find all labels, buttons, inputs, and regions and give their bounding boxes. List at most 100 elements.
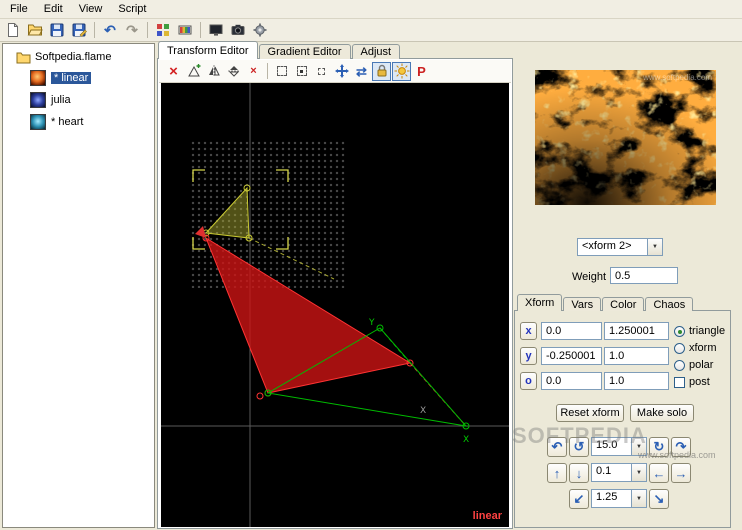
svg-text:X: X: [420, 406, 426, 416]
options-button[interactable]: [250, 20, 270, 40]
undo-button[interactable]: ↶: [100, 20, 120, 40]
add-triangle-icon: [187, 64, 200, 77]
coef-x2-input[interactable]: [604, 322, 669, 340]
post-checkbox-label: post: [689, 376, 710, 388]
tree-item-label: julia: [51, 94, 71, 106]
fullscreen-preview-button[interactable]: [228, 20, 248, 40]
snap-rotate-left-button[interactable]: ↺: [569, 437, 589, 457]
rotate-right-icon: ↷: [675, 439, 687, 454]
xform-radio[interactable]: [674, 342, 685, 354]
xform-selector[interactable]: <xform 2> ▼: [577, 238, 663, 256]
chevron-down-icon[interactable]: ▼: [647, 239, 662, 255]
chevron-down-icon[interactable]: ▼: [631, 464, 646, 481]
coef-o2-input[interactable]: [604, 372, 669, 390]
zoom-out-box-button[interactable]: [312, 62, 331, 81]
zoom-fit-button[interactable]: [292, 62, 311, 81]
move-step-combo[interactable]: 0.1 ▼: [591, 463, 647, 482]
remove-transform-button[interactable]: ×: [244, 62, 263, 81]
new-flame-button[interactable]: [3, 20, 23, 40]
tab-chaos[interactable]: Chaos: [645, 297, 694, 311]
move-right-button[interactable]: →: [671, 463, 691, 483]
coef-o1-input[interactable]: [541, 372, 602, 390]
tab-adjust[interactable]: Adjust: [351, 44, 401, 59]
make-solo-button[interactable]: Make solo: [630, 404, 694, 422]
save-flame-button[interactable]: [47, 20, 67, 40]
export-flame-button[interactable]: [69, 20, 89, 40]
tab-color[interactable]: Color: [602, 297, 645, 311]
move-down-button[interactable]: ↓: [569, 463, 589, 483]
zoom-selection-button[interactable]: [272, 62, 291, 81]
tab-xform[interactable]: Xform: [517, 294, 563, 311]
transform-canvas[interactable]: X X Y linear: [161, 83, 509, 527]
menu-edit[interactable]: Edit: [36, 1, 71, 17]
lock-icon: [377, 64, 386, 77]
polar-radio[interactable]: [674, 359, 685, 371]
rotate-left-button[interactable]: ↶: [547, 437, 567, 457]
tree-item-linear[interactable]: * linear: [30, 68, 154, 88]
post-checkbox[interactable]: [674, 376, 685, 388]
move-left-button[interactable]: ←: [649, 463, 669, 483]
coef-x-button[interactable]: x: [520, 322, 537, 340]
chevron-down-icon[interactable]: ▼: [631, 490, 646, 507]
redo-icon: ↷: [126, 22, 138, 38]
mutation-icon: [157, 24, 169, 36]
remove-icon: ×: [250, 64, 257, 77]
rotate-step-combo[interactable]: 15.0 ▼: [591, 437, 647, 456]
editor-tab-strip: Transform Editor Gradient Editor Adjust: [158, 41, 401, 59]
redo-button[interactable]: ↷: [122, 20, 142, 40]
coef-o-button[interactable]: o: [520, 372, 537, 390]
add-transform-button[interactable]: [184, 62, 203, 81]
scale-step-combo[interactable]: 1.25 ▼: [591, 489, 647, 508]
snap-rotate-right-button[interactable]: ↻: [649, 437, 669, 457]
chevron-down-icon[interactable]: ▼: [631, 438, 646, 455]
monitor-icon: [209, 24, 223, 36]
scale-up-button[interactable]: ↘: [649, 489, 669, 509]
gradient-button[interactable]: [175, 20, 195, 40]
tree-root-label: Softpedia.flame: [35, 51, 112, 63]
coef-x1-input[interactable]: [541, 322, 602, 340]
coef-y-button[interactable]: y: [520, 347, 537, 365]
flip-vertical-button[interactable]: [224, 62, 243, 81]
svg-text:X: X: [463, 435, 469, 445]
scale-step-value: 1.25: [596, 491, 618, 503]
render-button[interactable]: [206, 20, 226, 40]
xform-triangle-1[interactable]: [204, 186, 250, 239]
transform-editor-panel: × × ⇄ P X X Y linear: [157, 58, 513, 529]
tab-vars[interactable]: Vars: [563, 297, 602, 311]
tab-transform-editor[interactable]: Transform Editor: [158, 41, 258, 59]
rotate-right-button[interactable]: ↷: [671, 437, 691, 457]
rotate-handle-arrow[interactable]: [195, 226, 206, 238]
swap-transforms-button[interactable]: ⇄: [352, 62, 371, 81]
tab-gradient-editor[interactable]: Gradient Editor: [258, 44, 351, 59]
scale-down-button[interactable]: ↙: [569, 489, 589, 509]
move-up-button[interactable]: ↑: [547, 463, 567, 483]
variation-preview-button[interactable]: [392, 61, 411, 81]
menu-view[interactable]: View: [71, 1, 111, 17]
weight-input[interactable]: [610, 267, 678, 284]
toolbar-separator: [200, 22, 201, 38]
coef-y1-input[interactable]: [541, 347, 602, 365]
post-transform-icon: P: [417, 63, 426, 79]
tree-item-heart[interactable]: * heart: [30, 112, 154, 132]
reset-xform-button[interactable]: Reset xform: [556, 404, 624, 422]
pan-view-button[interactable]: [332, 62, 351, 81]
delete-transform-button[interactable]: ×: [164, 62, 183, 81]
flame-list-panel: Softpedia.flame * linear julia * heart: [2, 43, 155, 528]
triangle-radio-label: triangle: [689, 325, 726, 337]
menu-file[interactable]: File: [2, 1, 36, 17]
menu-script[interactable]: Script: [110, 1, 154, 17]
new-page-icon: [8, 23, 18, 37]
lock-axes-button[interactable]: [372, 61, 391, 81]
post-transform-button[interactable]: P: [412, 62, 431, 81]
scale-up-icon: ↘: [653, 491, 665, 506]
tree-root[interactable]: Softpedia.flame: [3, 48, 154, 66]
svg-text:Y: Y: [368, 318, 375, 328]
triangle-radio[interactable]: [674, 325, 685, 337]
toolbar-separator: [267, 63, 268, 79]
open-flame-button[interactable]: [25, 20, 45, 40]
coef-y2-input[interactable]: [604, 347, 669, 365]
mutation-button[interactable]: [153, 20, 173, 40]
flip-horizontal-button[interactable]: [204, 62, 223, 81]
snap-rotate-right-icon: ↻: [653, 439, 665, 454]
tree-item-julia[interactable]: julia: [30, 90, 154, 110]
